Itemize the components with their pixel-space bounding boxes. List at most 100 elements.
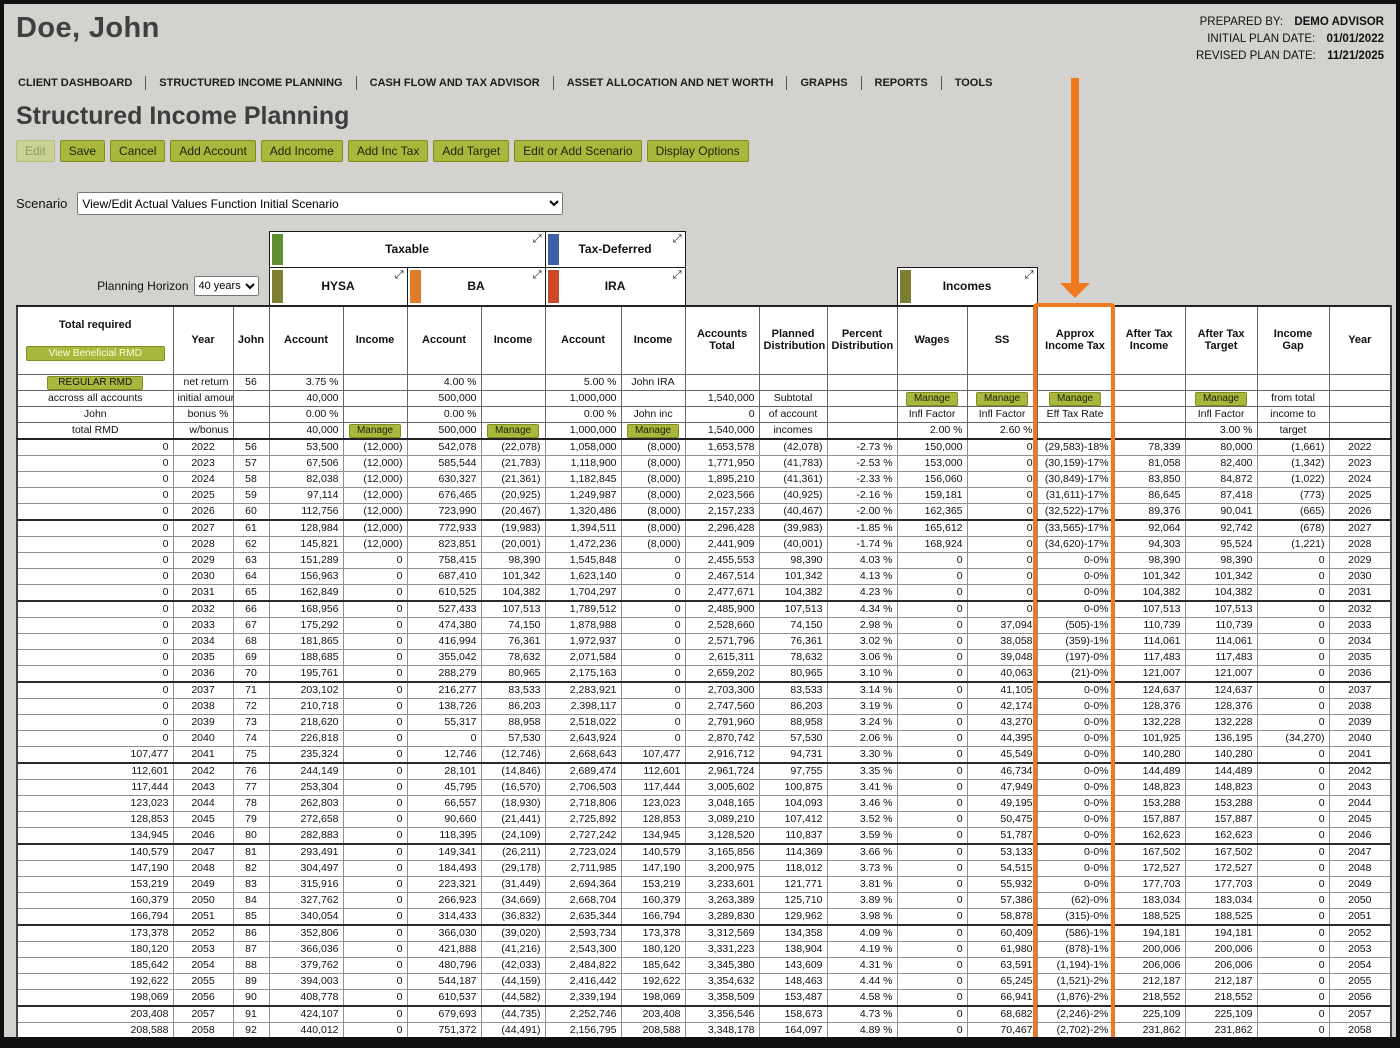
cell-hysa-account: 226,818 <box>268 729 344 747</box>
col-header-wages: Wages <box>896 304 968 375</box>
cell-accounts-total: 2,615,311 <box>684 648 760 666</box>
cell-planned-distribution: (41,361) <box>758 470 828 488</box>
cell-total-required: 112,601 <box>16 761 174 780</box>
group-ira[interactable]: IRA ⤢ <box>544 267 686 306</box>
cell-year: 2031 <box>172 583 234 601</box>
expand-icon[interactable]: ⤢ <box>533 233 542 248</box>
planning-horizon-select[interactable]: 40 years <box>193 276 259 296</box>
cell-ss: 39,048 <box>966 648 1038 666</box>
cell-after-tax-income: 167,502 <box>1112 842 1186 861</box>
nav-item-structured-income-planning[interactable]: STRUCTURED INCOME PLANNING <box>146 76 357 90</box>
cell-after-tax-income: 104,382 <box>1112 583 1186 601</box>
cell-ba-income: (42,033) <box>480 956 546 974</box>
nav-item-reports[interactable]: REPORTS <box>862 76 942 90</box>
group-ba[interactable]: BA ⤢ <box>406 267 546 306</box>
manage-button[interactable]: Manage <box>348 423 402 437</box>
setup-cell-ba-income: Manage <box>480 421 546 440</box>
cell-ba-account: 421,888 <box>406 940 482 958</box>
nav-item-client-dashboard[interactable]: CLIENT DASHBOARD <box>16 76 147 90</box>
setup-cell-after-tax-target: Infl Factor <box>1184 405 1258 423</box>
cell-accounts-total: 1,895,210 <box>684 470 760 488</box>
manage-button[interactable]: Manage <box>1048 391 1102 405</box>
cell-hysa-income: 0 <box>342 940 408 958</box>
planning-table: Taxable ⤢ Tax-Deferred ⤢ Planning Horizo… <box>16 231 1393 1048</box>
cell-ss: 70,467 <box>966 1021 1038 1037</box>
manage-button[interactable]: Manage <box>975 391 1029 405</box>
nav-item-cash-flow-and-tax-advisor[interactable]: CASH FLOW AND TAX ADVISOR <box>357 76 554 90</box>
cell-ira-account: 1,878,988 <box>544 616 622 634</box>
cell-accounts-total: 2,703,300 <box>684 680 760 699</box>
cell-accounts-total: 2,441,909 <box>684 535 760 553</box>
cell-percent-distribution: -1.74 % <box>826 535 898 553</box>
cell-year: 2048 <box>172 859 234 877</box>
cell-after-tax-income: 86,645 <box>1112 486 1186 504</box>
add-account-button[interactable]: Add Account <box>170 140 256 162</box>
manage-button[interactable]: Manage <box>1194 391 1248 405</box>
cell-ba-account: 0 <box>406 729 482 747</box>
cell-hysa-account: 366,036 <box>268 940 344 958</box>
group-incomes[interactable]: Incomes ⤢ <box>896 267 1038 306</box>
manage-button[interactable]: Manage <box>905 391 959 405</box>
cell-approx-income-tax: 0-0% <box>1036 778 1114 796</box>
expand-icon[interactable]: ⤢ <box>395 269 404 284</box>
cell-hysa-income: (12,000) <box>342 535 408 553</box>
cell-ira-account: 1,623,140 <box>544 567 622 585</box>
cell-year-right: 2057 <box>1328 1004 1393 1023</box>
cell-hysa-account: 315,916 <box>268 875 344 893</box>
cell-year: 2029 <box>172 551 234 569</box>
cell-ira-account: 2,416,442 <box>544 972 622 990</box>
cell-planned-distribution: 153,487 <box>758 988 828 1006</box>
cell-planned-distribution: 118,012 <box>758 859 828 877</box>
cell-john: 91 <box>232 1004 270 1023</box>
manage-button[interactable]: Manage <box>486 423 540 437</box>
add-income-button[interactable]: Add Income <box>260 140 343 162</box>
cell-hysa-account: 235,324 <box>268 745 344 763</box>
revised-plan-date-label: REVISED PLAN DATE: <box>1195 50 1316 62</box>
cell-hysa-income: 0 <box>342 616 408 634</box>
group-tax-deferred[interactable]: Tax-Deferred ⤢ <box>544 231 686 268</box>
cell-percent-distribution: 4.73 % <box>826 1004 898 1023</box>
cell-john: 65 <box>232 583 270 601</box>
expand-icon[interactable]: ⤢ <box>533 269 542 284</box>
cancel-button[interactable]: Cancel <box>110 140 166 162</box>
add-target-button[interactable]: Add Target <box>433 140 510 162</box>
view-beneficial-rmd-button[interactable]: View Beneficial RMD <box>25 345 165 361</box>
setup-cell-wages: 2.00 % <box>896 421 968 440</box>
cell-planned-distribution: 143,609 <box>758 956 828 974</box>
cell-percent-distribution: 3.46 % <box>826 794 898 812</box>
nav-item-graphs[interactable]: GRAPHS <box>787 76 862 90</box>
table-row: 0 2024 58 82,038 (12,000) 630,327 (21,361) 1,18… <box>16 470 1393 488</box>
cell-hysa-account: 340,054 <box>268 907 344 925</box>
cell-accounts-total: 3,165,856 <box>684 842 760 861</box>
cell-after-tax-income: 153,288 <box>1112 794 1186 812</box>
manage-button[interactable]: Manage <box>626 423 680 437</box>
expand-icon[interactable]: ⤢ <box>673 233 682 248</box>
incomes-color-swatch <box>899 270 911 303</box>
cell-percent-distribution: 3.89 % <box>826 891 898 909</box>
nav-item-asset-allocation-and-net-worth[interactable]: ASSET ALLOCATION AND NET WORTH <box>554 76 788 90</box>
table-row: 203,408 2057 91 424,107 0 679,693 (44,735) 2,25… <box>16 1004 1393 1023</box>
edit-or-add-scenario-button[interactable]: Edit or Add Scenario <box>514 140 642 162</box>
table-row: 0 2033 67 175,292 0 474,380 74,150 1,878,988 0 2,… <box>16 616 1393 634</box>
table-row: 0 2025 59 97,114 (12,000) 676,465 (20,925) 1,24… <box>16 486 1393 504</box>
cell-wages: 0 <box>897 1038 967 1048</box>
cell-ira-account: 1,972,937 <box>544 632 622 650</box>
save-button[interactable]: Save <box>59 140 106 162</box>
cell-year: 2026 <box>172 502 234 520</box>
cell-accounts-total: 3,128,520 <box>684 826 760 844</box>
group-taxable[interactable]: Taxable ⤢ <box>268 231 546 268</box>
nav-item-tools[interactable]: TOOLS <box>942 76 1006 90</box>
group-hysa[interactable]: HYSA ⤢ <box>268 267 408 306</box>
cell-approx-income-tax: 0-0% <box>1036 583 1114 601</box>
cell-hysa-account: 304,497 <box>268 859 344 877</box>
scenario-select[interactable]: View/Edit Actual Values Function Initial… <box>77 192 564 215</box>
cell-after-tax-income: 162,623 <box>1112 826 1186 844</box>
cell-hysa-income: 0 <box>342 907 408 925</box>
display-options-button[interactable]: Display Options <box>646 140 749 162</box>
cell-hysa-account: 408,778 <box>268 988 344 1006</box>
setup-cell-percent-distribution <box>826 373 898 391</box>
edit-button[interactable]: Edit <box>16 140 55 162</box>
expand-icon[interactable]: ⤢ <box>1025 269 1034 284</box>
add-inc-tax-button[interactable]: Add Inc Tax <box>347 140 429 162</box>
expand-icon[interactable]: ⤢ <box>673 269 682 284</box>
